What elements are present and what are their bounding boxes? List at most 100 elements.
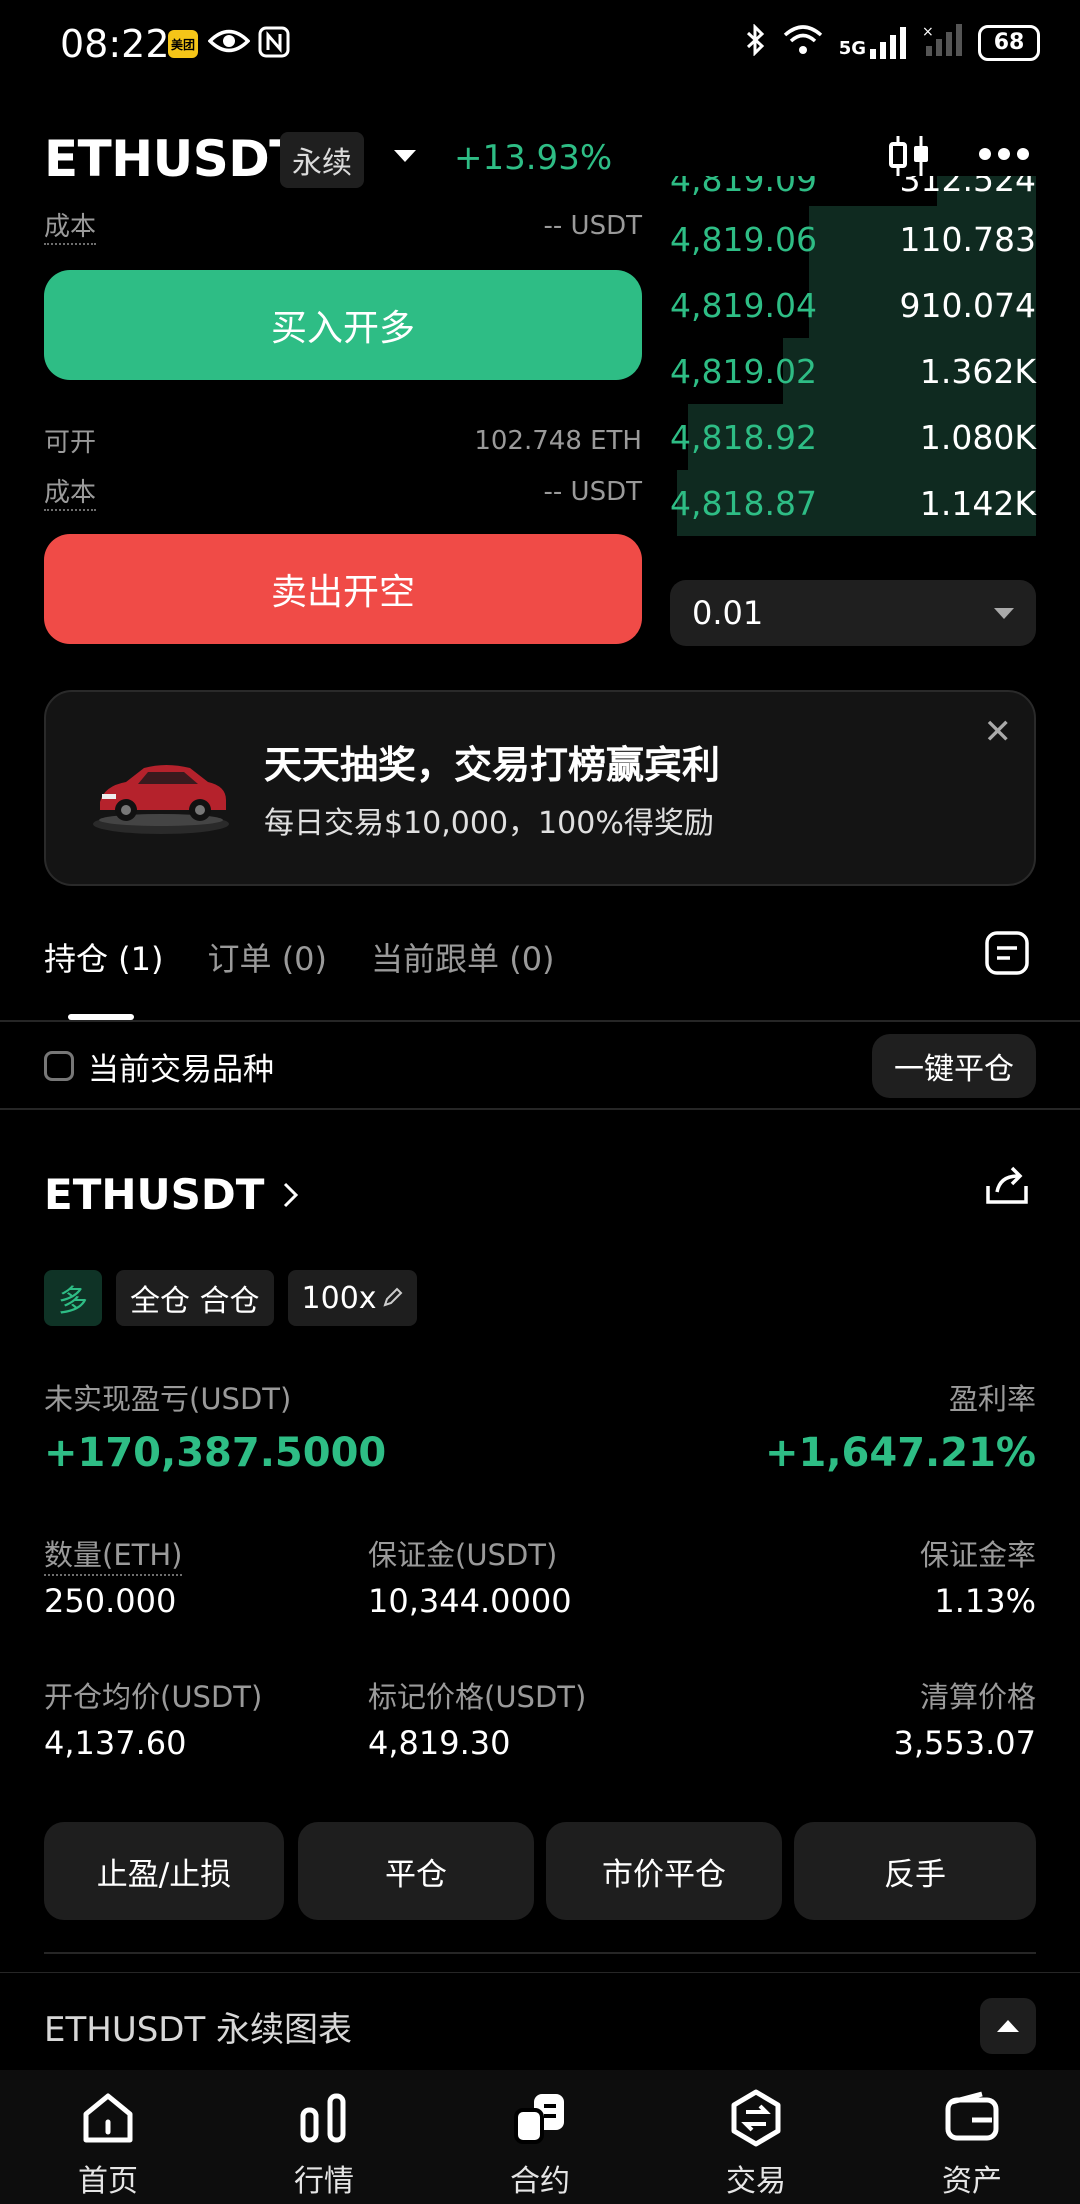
ask-price: 4,819.06 [670,220,817,259]
nav-assets[interactable]: 资产 [864,2070,1080,2204]
chart-section-header[interactable]: ETHUSDT 永续图表 [44,1996,1036,2056]
meituan-badge-icon: 美团 [168,30,198,58]
mark-price-label: 标记价格(USDT) [368,1680,587,1714]
roi-label: 盈利率 [948,1382,1036,1416]
nav-futures[interactable]: 合约 [432,2070,648,2204]
more-icon[interactable] [978,146,1030,165]
side-tag: 多 [44,1270,102,1326]
ask-qty: 1.362K [919,352,1036,391]
order-book-row[interactable]: 4,819.04 910.074 [670,272,1036,338]
banner-title: 天天抽奖，交易打榜赢宾利 [264,743,721,787]
wallet-icon [945,2091,999,2141]
cost-label: 成本 [44,472,97,511]
entry-price-label: 开仓均价(USDT) [44,1680,263,1714]
margin-mode-tag: 全仓 合仓 [116,1270,274,1326]
unrealized-pnl-value: +170,387.5000 [44,1430,387,1476]
ask-qty: 910.074 [899,286,1036,325]
sell-short-button[interactable]: 卖出开空 [44,534,642,644]
margin-rate-value: 1.13% [934,1582,1036,1620]
ask-price: 4,819.09 [670,176,817,199]
status-right: 5G × 68 [745,23,1040,61]
position-symbol[interactable]: ETHUSDT [44,1170,300,1219]
reverse-position-button[interactable]: 反手 [794,1822,1036,1920]
market-close-button[interactable]: 市价平仓 [546,1822,782,1920]
divider [0,1020,1080,1022]
mark-price-value: 4,819.30 [368,1724,511,1762]
battery-icon: 68 [978,24,1040,61]
ask-qty: 110.783 [899,220,1036,259]
nav-home[interactable]: 首页 [0,2070,216,2204]
tab-orders[interactable]: 订单 (0) [208,934,328,980]
order-book-row[interactable]: 4,819.09 312.524 [670,176,1036,206]
nav-futures-label: 合约 [510,2164,570,2199]
banner-subtitle: 每日交易$10,000，100%得奖励 [264,806,714,841]
roi-value: +1,647.21% [765,1430,1036,1476]
checkbox[interactable] [44,1051,74,1081]
cost-value: -- USDT [543,210,642,241]
divider [44,1952,1036,1954]
ask-price: 4,819.02 [670,352,817,391]
order-book: 4,819.09 312.524 4,819.06 110.783 4,819.… [670,176,1036,536]
chevron-down-icon[interactable] [394,150,416,162]
order-book-row[interactable]: 4,819.02 1.362K [670,338,1036,404]
ask-price: 4,819.04 [670,286,817,325]
close-icon[interactable]: ✕ [984,712,1013,752]
buy-long-button[interactable]: 买入开多 [44,270,642,380]
close-all-button[interactable]: 一键平仓 [872,1034,1036,1098]
quantity-value: 250.000 [44,1582,177,1620]
nav-trade[interactable]: 交易 [648,2070,864,2204]
futures-icon [514,2094,564,2144]
cost-row: 成本 -- USDT [44,472,642,511]
bluetooth-icon [745,23,767,61]
nav-market[interactable]: 行情 [216,2070,432,2204]
ask-price: 4,818.87 [670,484,817,523]
symbol-filter-label: 当前交易品种 [88,1051,274,1088]
order-book-row[interactable]: 4,819.06 110.783 [670,206,1036,272]
cost-value: -- USDT [543,476,642,507]
available-row: 可开 102.748 ETH [44,422,642,459]
promo-banner[interactable]: 天天抽奖，交易打榜赢宾利 每日交易$10,000，100%得奖励 ✕ [44,690,1036,886]
tab-positions[interactable]: 持仓 (1) [44,934,164,980]
share-icon[interactable] [984,1162,1030,1212]
close-position-button[interactable]: 平仓 [298,1822,534,1920]
collapse-button[interactable] [980,1998,1036,2054]
order-book-row[interactable]: 4,818.92 1.080K [670,404,1036,470]
tp-sl-button[interactable]: 止盈/止损 [44,1822,284,1920]
leverage-value: 100x [301,1280,377,1316]
liquidation-price-label: 清算价格 [919,1680,1036,1714]
entry-price-value: 4,137.60 [44,1724,187,1762]
margin-value: 10,344.0000 [368,1582,572,1620]
signal-weak-icon: × [922,24,962,61]
nav-market-label: 行情 [294,2164,354,2199]
liquidation-price-value: 3,553.07 [893,1724,1037,1762]
tab-copy-trading[interactable]: 当前跟单 (0) [371,934,555,980]
leverage-tag[interactable]: 100x [287,1270,417,1326]
symbol-title[interactable]: ETHUSDT [44,130,303,188]
wifi-icon [783,25,823,60]
divider [0,1108,1080,1110]
chevron-right-icon [284,1182,299,1207]
status-bar: 08:22 美团 5G × 68 [0,0,1080,90]
available-label: 可开 [44,428,97,458]
margin-rate-label: 保证金率 [919,1538,1036,1572]
cost-row-top: 成本 -- USDT [44,206,642,245]
contract-type-tag[interactable]: 永续 [280,132,364,188]
nfc-icon [258,26,290,62]
margin-label: 保证金(USDT) [368,1538,558,1572]
symbol-filter[interactable]: 当前交易品种 [44,1044,274,1089]
cost-label: 成本 [44,206,97,245]
edit-icon [382,1287,402,1307]
home-icon [83,2093,133,2143]
position-tabs: 持仓 (1) 订单 (0) 当前跟单 (0) [44,934,555,980]
price-precision-select[interactable]: 0.01 [670,580,1036,646]
chart-section-title: ETHUSDT 永续图表 [44,2009,353,2050]
ask-price: 4,818.92 [670,418,817,457]
market-icon [300,2093,346,2143]
position-tags: 多 全仓 合仓 100x [44,1270,417,1326]
bottom-nav: 首页 行情 合约 交易 资产 [0,2070,1080,2204]
filter-row: 当前交易品种 一键平仓 [44,1030,1036,1102]
order-history-icon[interactable] [984,930,1030,980]
quantity-label: 数量(ETH) [44,1532,183,1576]
order-book-row[interactable]: 4,818.87 1.142K [670,470,1036,536]
car-image [86,742,236,846]
